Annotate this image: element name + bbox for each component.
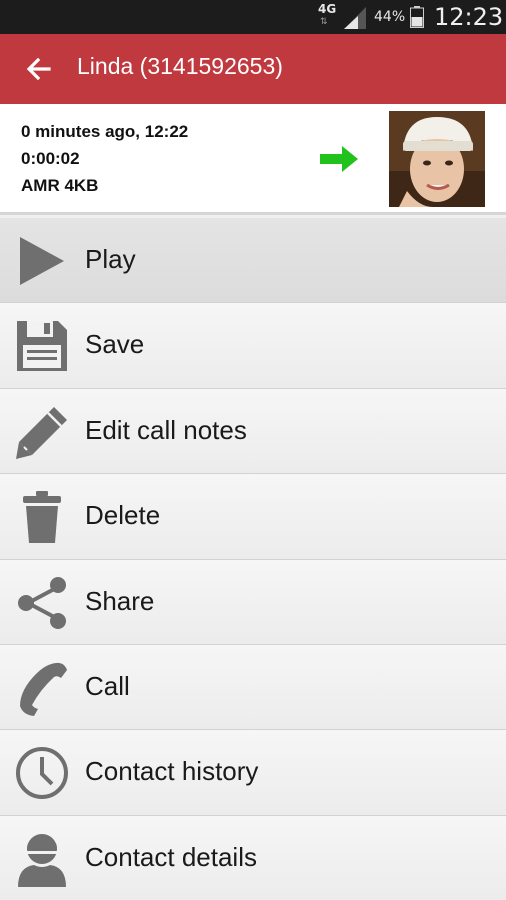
menu-item-play[interactable]: Play xyxy=(0,218,506,304)
page-title: Linda (3141592653) xyxy=(77,53,283,79)
play-icon xyxy=(20,237,64,285)
menu-item-label: Edit call notes xyxy=(85,414,247,445)
recording-info: 0 minutes ago, 12:22 0:00:02 AMR 4KB xyxy=(0,104,506,215)
phone-icon xyxy=(20,662,67,716)
menu-item-label: Contact details xyxy=(85,841,257,872)
menu-item-call[interactable]: Call xyxy=(0,644,506,731)
status-clock: 12:23 xyxy=(434,3,504,31)
menu-item-delete[interactable]: Delete xyxy=(0,474,506,560)
menu-item-share[interactable]: Share xyxy=(0,559,506,645)
menu-item-edit-notes[interactable]: Edit call notes xyxy=(0,388,506,475)
battery-icon xyxy=(410,6,424,28)
status-bar: 4G ⇅ 44% 12:23 xyxy=(0,0,506,34)
data-activity-icon: ⇅ xyxy=(320,17,329,27)
menu-item-label: Call xyxy=(85,670,130,701)
network-type: 4G xyxy=(318,2,337,16)
menu-item-contact-history[interactable]: Contact history xyxy=(0,730,506,816)
pencil-icon xyxy=(16,406,67,459)
menu-item-label: Delete xyxy=(85,500,161,531)
save-icon xyxy=(17,321,67,372)
menu-item-label: Contact history xyxy=(85,756,259,787)
trash-icon xyxy=(23,491,61,544)
menu-item-label: Save xyxy=(85,329,145,360)
battery-percent: 44% xyxy=(374,9,406,25)
recording-format: AMR 4KB xyxy=(21,176,99,195)
recording-duration: 0:00:02 xyxy=(21,149,80,168)
recording-time: 0 minutes ago, 12:22 xyxy=(21,122,189,141)
contact-photo-image xyxy=(389,111,485,207)
signal-icon xyxy=(344,7,366,29)
contact-photo[interactable] xyxy=(389,111,485,207)
clock-icon xyxy=(16,747,68,800)
menu-item-save[interactable]: Save xyxy=(0,303,506,389)
menu-item-label: Play xyxy=(85,244,136,274)
menu-item-contact-details[interactable]: Contact details xyxy=(0,815,506,900)
person-icon xyxy=(18,833,66,887)
menu-item-label: Share xyxy=(85,585,155,616)
share-icon xyxy=(18,576,66,629)
arrow-left-icon[interactable] xyxy=(24,54,54,84)
action-menu: Play Save Edit call notes Delete Share C… xyxy=(0,218,506,900)
outgoing-arrow-icon xyxy=(320,146,358,172)
app-bar: Linda (3141592653) xyxy=(0,34,506,104)
